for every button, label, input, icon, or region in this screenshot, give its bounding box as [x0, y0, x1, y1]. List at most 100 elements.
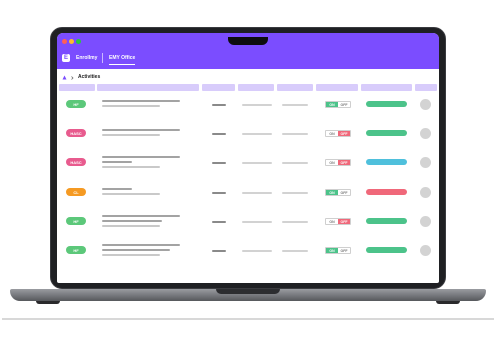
date-placeholder: [242, 192, 272, 194]
activity-name-placeholder: [102, 215, 180, 217]
activity-name-placeholder: [102, 156, 180, 158]
toggle-off-option[interactable]: OFF: [338, 190, 350, 195]
minimize-window-dot[interactable]: [69, 39, 74, 44]
toggle-on-option[interactable]: ON: [326, 248, 338, 253]
activity-name-placeholder: [102, 105, 160, 107]
row-action-button[interactable]: [420, 216, 431, 227]
online-toggle[interactable]: ON OFF: [325, 130, 351, 137]
toggle-off-option[interactable]: OFF: [338, 160, 350, 165]
column-header-date: [238, 84, 274, 91]
active-tab-indicator: [109, 64, 135, 65]
column-header-sessions: [202, 84, 235, 91]
toggle-on-option[interactable]: ON: [326, 190, 338, 195]
laptop-foot: [36, 301, 60, 304]
time-placeholder: [282, 192, 308, 194]
status-pill[interactable]: [366, 189, 407, 195]
column-header-type: [59, 84, 95, 91]
column-header-time: [277, 84, 313, 91]
table-row[interactable]: CL ON OFF: [57, 183, 439, 205]
row-action-button[interactable]: [420, 99, 431, 110]
row-action-button[interactable]: [420, 187, 431, 198]
status-pill[interactable]: [366, 101, 407, 107]
time-placeholder: [282, 133, 308, 135]
breadcrumb: Activities: [62, 73, 100, 81]
activity-name-placeholder: [102, 161, 132, 163]
dropdown-icon[interactable]: [62, 75, 67, 80]
date-placeholder: [242, 104, 272, 106]
row-action-button[interactable]: [420, 157, 431, 168]
toggle-off-option[interactable]: OFF: [338, 131, 350, 136]
toggle-on-option[interactable]: ON: [326, 219, 338, 224]
app-logo-icon[interactable]: E: [62, 54, 70, 62]
sessions-placeholder: [212, 133, 226, 135]
column-header-name: [97, 84, 199, 91]
page-title: Activities: [78, 74, 101, 80]
close-window-dot[interactable]: [62, 39, 67, 44]
row-action-button[interactable]: [420, 245, 431, 256]
activity-name-placeholder: [102, 225, 160, 227]
online-toggle[interactable]: ON OFF: [325, 189, 351, 196]
status-pill[interactable]: [366, 247, 407, 253]
sessions-placeholder: [212, 104, 226, 106]
time-placeholder: [282, 162, 308, 164]
table-row[interactable]: HF ON OFF: [57, 95, 439, 117]
table-row[interactable]: HF ON OFF: [57, 241, 439, 263]
column-header-status: [361, 84, 412, 91]
header-divider: [102, 53, 103, 63]
table-row[interactable]: HF ON OFF: [57, 212, 439, 234]
activity-name-placeholder: [102, 134, 160, 136]
date-placeholder: [242, 162, 272, 164]
activity-type-badge: HF: [66, 217, 86, 225]
status-pill[interactable]: [366, 130, 407, 136]
date-placeholder: [242, 250, 272, 252]
activity-name-placeholder: [102, 100, 180, 102]
activity-name-placeholder: [102, 249, 170, 251]
activity-name-placeholder: [102, 166, 160, 168]
table-header: [57, 84, 439, 91]
activity-type-badge: HF: [66, 100, 86, 108]
chevron-icon[interactable]: [70, 75, 75, 80]
sessions-placeholder: [212, 192, 226, 194]
sessions-placeholder: [212, 250, 226, 252]
toggle-on-option[interactable]: ON: [326, 102, 338, 107]
surface-line: [2, 318, 494, 320]
maximize-window-dot[interactable]: [76, 39, 81, 44]
activity-name-placeholder: [102, 220, 162, 222]
date-placeholder: [242, 133, 272, 135]
online-toggle[interactable]: ON OFF: [325, 159, 351, 166]
table-row[interactable]: HASC ON OFF: [57, 153, 439, 175]
camera-notch: [228, 37, 268, 45]
lid-opening-notch: [216, 289, 280, 294]
activity-type-badge: HF: [66, 246, 86, 254]
sessions-placeholder: [212, 221, 226, 223]
toggle-off-option[interactable]: OFF: [338, 219, 350, 224]
time-placeholder: [282, 221, 308, 223]
online-toggle[interactable]: ON OFF: [325, 218, 351, 225]
row-action-button[interactable]: [420, 128, 431, 139]
online-toggle[interactable]: ON OFF: [325, 247, 351, 254]
app-logo-glyph: E: [63, 55, 68, 61]
table-row[interactable]: HASC ON OFF: [57, 124, 439, 146]
sessions-placeholder: [212, 162, 226, 164]
toggle-off-option[interactable]: OFF: [338, 102, 350, 107]
status-pill[interactable]: [366, 159, 407, 165]
activity-name-placeholder: [102, 244, 180, 246]
activity-name-placeholder: [102, 129, 180, 131]
tab-emy-office[interactable]: EMY Office: [109, 54, 135, 62]
time-placeholder: [282, 250, 308, 252]
column-header-online: [316, 84, 358, 91]
time-placeholder: [282, 104, 308, 106]
activity-type-badge: CL: [66, 188, 86, 196]
activity-type-badge: HASC: [66, 129, 86, 137]
date-placeholder: [242, 221, 272, 223]
toggle-on-option[interactable]: ON: [326, 160, 338, 165]
laptop-foot: [436, 301, 460, 304]
status-pill[interactable]: [366, 218, 407, 224]
activity-name-placeholder: [102, 188, 132, 190]
activity-name-placeholder: [102, 193, 160, 195]
app-title: Enrollmy: [76, 55, 98, 61]
toggle-on-option[interactable]: ON: [326, 131, 338, 136]
online-toggle[interactable]: ON OFF: [325, 101, 351, 108]
toggle-off-option[interactable]: OFF: [338, 248, 350, 253]
activity-type-badge: HASC: [66, 158, 86, 166]
